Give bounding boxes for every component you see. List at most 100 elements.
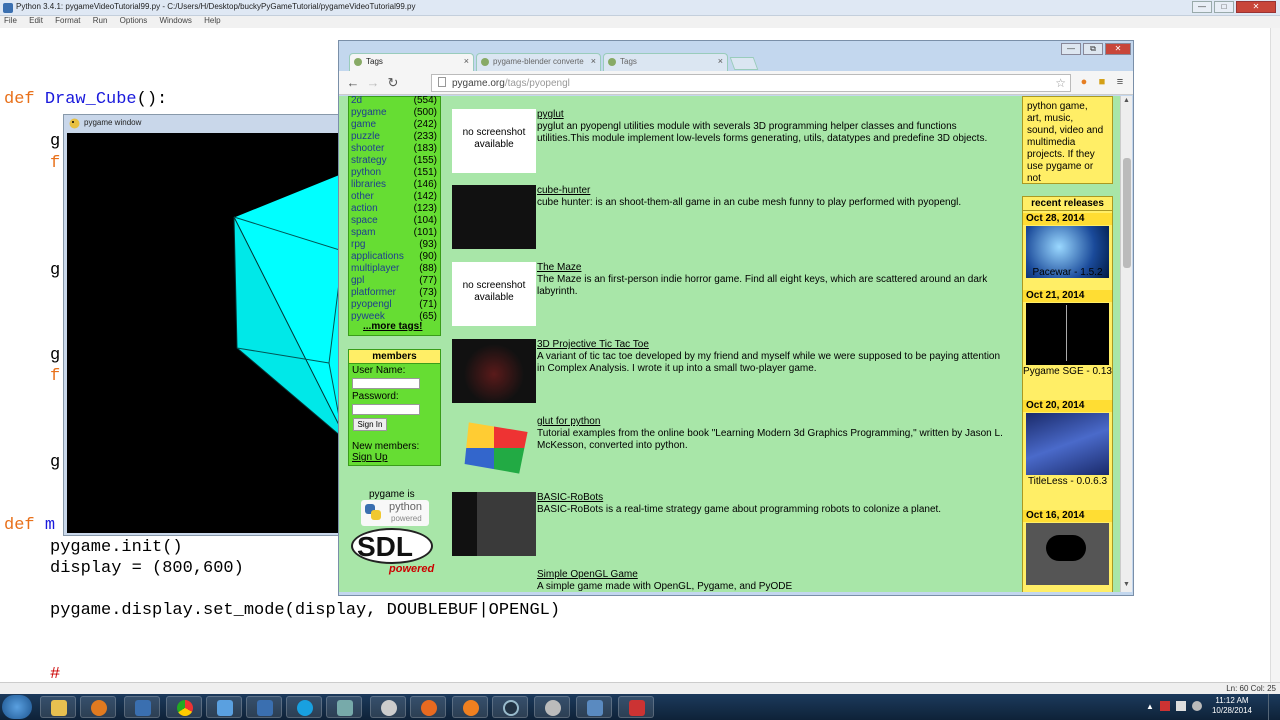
close-icon[interactable]: ✕ — [1105, 43, 1131, 55]
tab-tags[interactable]: Tags × — [349, 53, 474, 71]
close-tab-icon[interactable]: × — [464, 56, 469, 66]
scroll-up-icon[interactable]: ▲ — [1123, 97, 1130, 104]
project-thumbnail[interactable] — [452, 339, 536, 403]
back-arrow-icon[interactable]: ← — [345, 75, 361, 91]
menu-file[interactable]: File — [4, 16, 17, 25]
taskbar-editor[interactable] — [206, 696, 242, 718]
bookmark-star-icon[interactable]: ☆ — [1055, 76, 1066, 90]
browser-window[interactable]: Tags × pygame-blender converte × Tags × — ⧉… — [338, 40, 1134, 596]
project-thumbnail[interactable] — [452, 185, 536, 249]
start-button[interactable] — [2, 695, 32, 719]
address-bar[interactable]: pygame.org/tags/pyopengl ☆ — [431, 74, 1071, 92]
taskbar-chrome[interactable] — [166, 696, 202, 718]
tag-link[interactable]: rpg (93) — [351, 239, 437, 250]
username-input[interactable] — [352, 378, 420, 389]
taskbar-app-5[interactable] — [576, 696, 612, 718]
pygame-window[interactable]: pygame window — [63, 114, 345, 536]
restore-icon[interactable]: ⧉ — [1083, 43, 1103, 55]
tag-link[interactable]: spam (101) — [351, 227, 437, 238]
menu-format[interactable]: Format — [55, 16, 80, 25]
rss-icon[interactable]: ● — [1077, 75, 1091, 89]
taskbar-app-6[interactable] — [618, 696, 654, 718]
project-thumbnail[interactable] — [464, 422, 528, 474]
close-tab-icon[interactable]: × — [591, 56, 596, 66]
menu-run[interactable]: Run — [93, 16, 108, 25]
tag-link[interactable]: libraries (146) — [351, 179, 437, 190]
project-thumbnail[interactable] — [452, 569, 536, 592]
tag-link[interactable]: other (142) — [351, 191, 437, 202]
release-thumbnail[interactable] — [1026, 413, 1109, 475]
network-icon[interactable] — [1176, 701, 1186, 711]
tag-link[interactable]: puzzle (233) — [351, 131, 437, 142]
project-title-link[interactable]: Simple OpenGL Game — [537, 569, 638, 580]
show-desktop-button[interactable] — [1268, 694, 1278, 720]
project-title-link[interactable]: cube-hunter — [537, 185, 590, 196]
project-title-link[interactable]: pyglut — [537, 109, 564, 120]
tag-link[interactable]: space (104) — [351, 215, 437, 226]
sdl-powered-logo[interactable]: SDL powered — [351, 528, 439, 578]
taskbar-app-3[interactable] — [492, 696, 528, 718]
tag-link[interactable]: shooter (183) — [351, 143, 437, 154]
tag-link[interactable]: action (123) — [351, 203, 437, 214]
tag-link[interactable]: pygame (500) — [351, 107, 437, 118]
maximize-icon[interactable]: □ — [1214, 1, 1234, 13]
tag-link[interactable]: strategy (155) — [351, 155, 437, 166]
taskbar-app-2[interactable] — [370, 696, 406, 718]
pygame-window-title-bar[interactable]: pygame window — [64, 115, 344, 133]
menu-help[interactable]: Help — [204, 16, 220, 25]
more-tags-link[interactable]: ...more tags! — [363, 321, 422, 332]
clock[interactable]: 11:12 AM 10/28/2014 — [1212, 696, 1252, 716]
tab-pygame-blender[interactable]: pygame-blender converte × — [476, 53, 601, 71]
volume-icon[interactable] — [1192, 701, 1202, 711]
menu-options[interactable]: Options — [120, 16, 148, 25]
scrollbar-thumb[interactable] — [1123, 158, 1131, 268]
tag-link[interactable]: pyopengl (71) — [351, 299, 437, 310]
release-name[interactable]: Pacewar - 1.5.2 — [1023, 267, 1112, 278]
editor-scrollbar[interactable] — [1270, 28, 1280, 682]
menu-edit[interactable]: Edit — [29, 16, 43, 25]
tag-link[interactable]: game (242) — [351, 119, 437, 130]
new-tab-button[interactable] — [729, 57, 759, 70]
taskbar-app-4[interactable] — [534, 696, 570, 718]
release-name[interactable]: TitleLess - 0.0.6.3 — [1023, 476, 1112, 487]
project-title-link[interactable]: The Maze — [537, 262, 581, 273]
forward-arrow-icon[interactable]: → — [365, 75, 381, 91]
lock-extension-icon[interactable]: ■ — [1095, 75, 1109, 89]
tag-link[interactable]: applications (90) — [351, 251, 437, 262]
release-thumbnail[interactable] — [1026, 523, 1109, 585]
tag-link[interactable]: gpl (77) — [351, 275, 437, 286]
release-name[interactable]: Pygame SGE - 0.13 — [1023, 366, 1112, 377]
close-tab-icon[interactable]: × — [718, 56, 723, 66]
taskbar-media-player[interactable] — [80, 696, 116, 718]
tab-tags-2[interactable]: Tags × — [603, 53, 728, 71]
taskbar-blender[interactable] — [452, 696, 488, 718]
close-icon[interactable]: ✕ — [1236, 1, 1276, 13]
project-title-link[interactable]: glut for python — [537, 416, 600, 427]
project-thumbnail[interactable]: no screenshot available — [452, 262, 536, 326]
taskbar-firefox[interactable] — [410, 696, 446, 718]
menu-windows[interactable]: Windows — [159, 16, 191, 25]
project-thumbnail[interactable]: no screenshot available — [452, 109, 536, 173]
minimize-icon[interactable]: — — [1192, 1, 1212, 13]
taskbar-app[interactable] — [326, 696, 362, 718]
sign-in-button[interactable]: Sign In — [353, 418, 387, 431]
flag-icon[interactable] — [1160, 701, 1170, 711]
tray-expand-icon[interactable]: ▲ — [1146, 702, 1154, 711]
python-powered-logo[interactable]: python powered — [361, 500, 429, 526]
scroll-down-icon[interactable]: ▼ — [1123, 581, 1130, 588]
release-thumbnail[interactable] — [1026, 303, 1109, 365]
minimize-icon[interactable]: — — [1061, 43, 1081, 55]
page-scrollbar[interactable]: ▲ ▼ — [1120, 96, 1132, 592]
reload-icon[interactable]: ↻ — [385, 75, 401, 91]
password-input[interactable] — [352, 404, 420, 415]
project-thumbnail[interactable] — [452, 492, 536, 556]
taskbar-python[interactable] — [124, 696, 160, 718]
project-title-link[interactable]: BASIC-RoBots — [537, 492, 603, 503]
tag-link[interactable]: platformer (73) — [351, 287, 437, 298]
taskbar-skype[interactable] — [286, 696, 322, 718]
tag-link[interactable]: 2d (554) — [351, 96, 437, 106]
taskbar-python-2[interactable] — [246, 696, 282, 718]
sign-up-link[interactable]: Sign Up — [352, 452, 388, 463]
taskbar-explorer[interactable] — [40, 696, 76, 718]
tag-link[interactable]: python (151) — [351, 167, 437, 178]
